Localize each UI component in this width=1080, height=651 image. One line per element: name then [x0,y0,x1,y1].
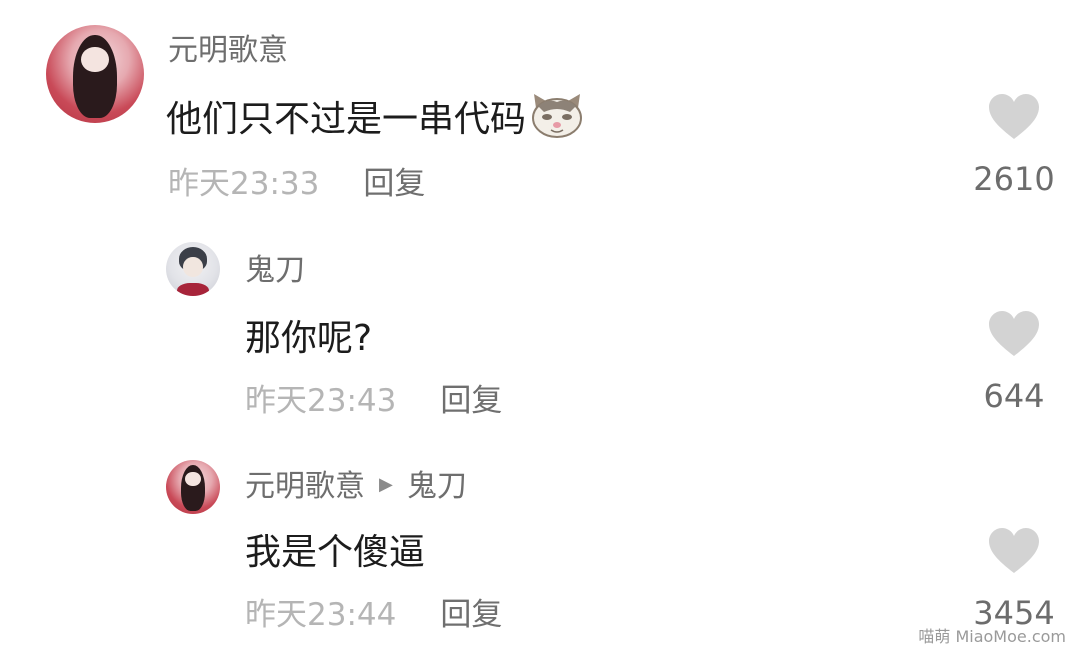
comment-text: 我是个傻逼 [245,532,426,573]
comment-meta: 昨天23:44 回复 [245,600,502,631]
comment-username: 元明歌意 ▶ 鬼刀 [245,472,467,502]
heart-icon[interactable] [987,527,1041,575]
comment-timestamp: 昨天23:44 [245,597,397,633]
watermark: 喵萌 MiaoMoe.com [918,627,1066,646]
reply-author[interactable]: 元明歌意 [245,469,365,504]
reply-target[interactable]: 鬼刀 [407,469,467,504]
avatar-face [185,471,201,486]
avatar[interactable] [166,460,220,514]
reply-arrow-icon: ▶ [379,473,393,495]
reply-button[interactable]: 回复 [440,597,502,633]
comment-3: 元明歌意 ▶ 鬼刀 我是个傻逼 昨天23:44 回复 3454 [0,0,1080,651]
like-button[interactable]: 3454 [959,527,1069,629]
